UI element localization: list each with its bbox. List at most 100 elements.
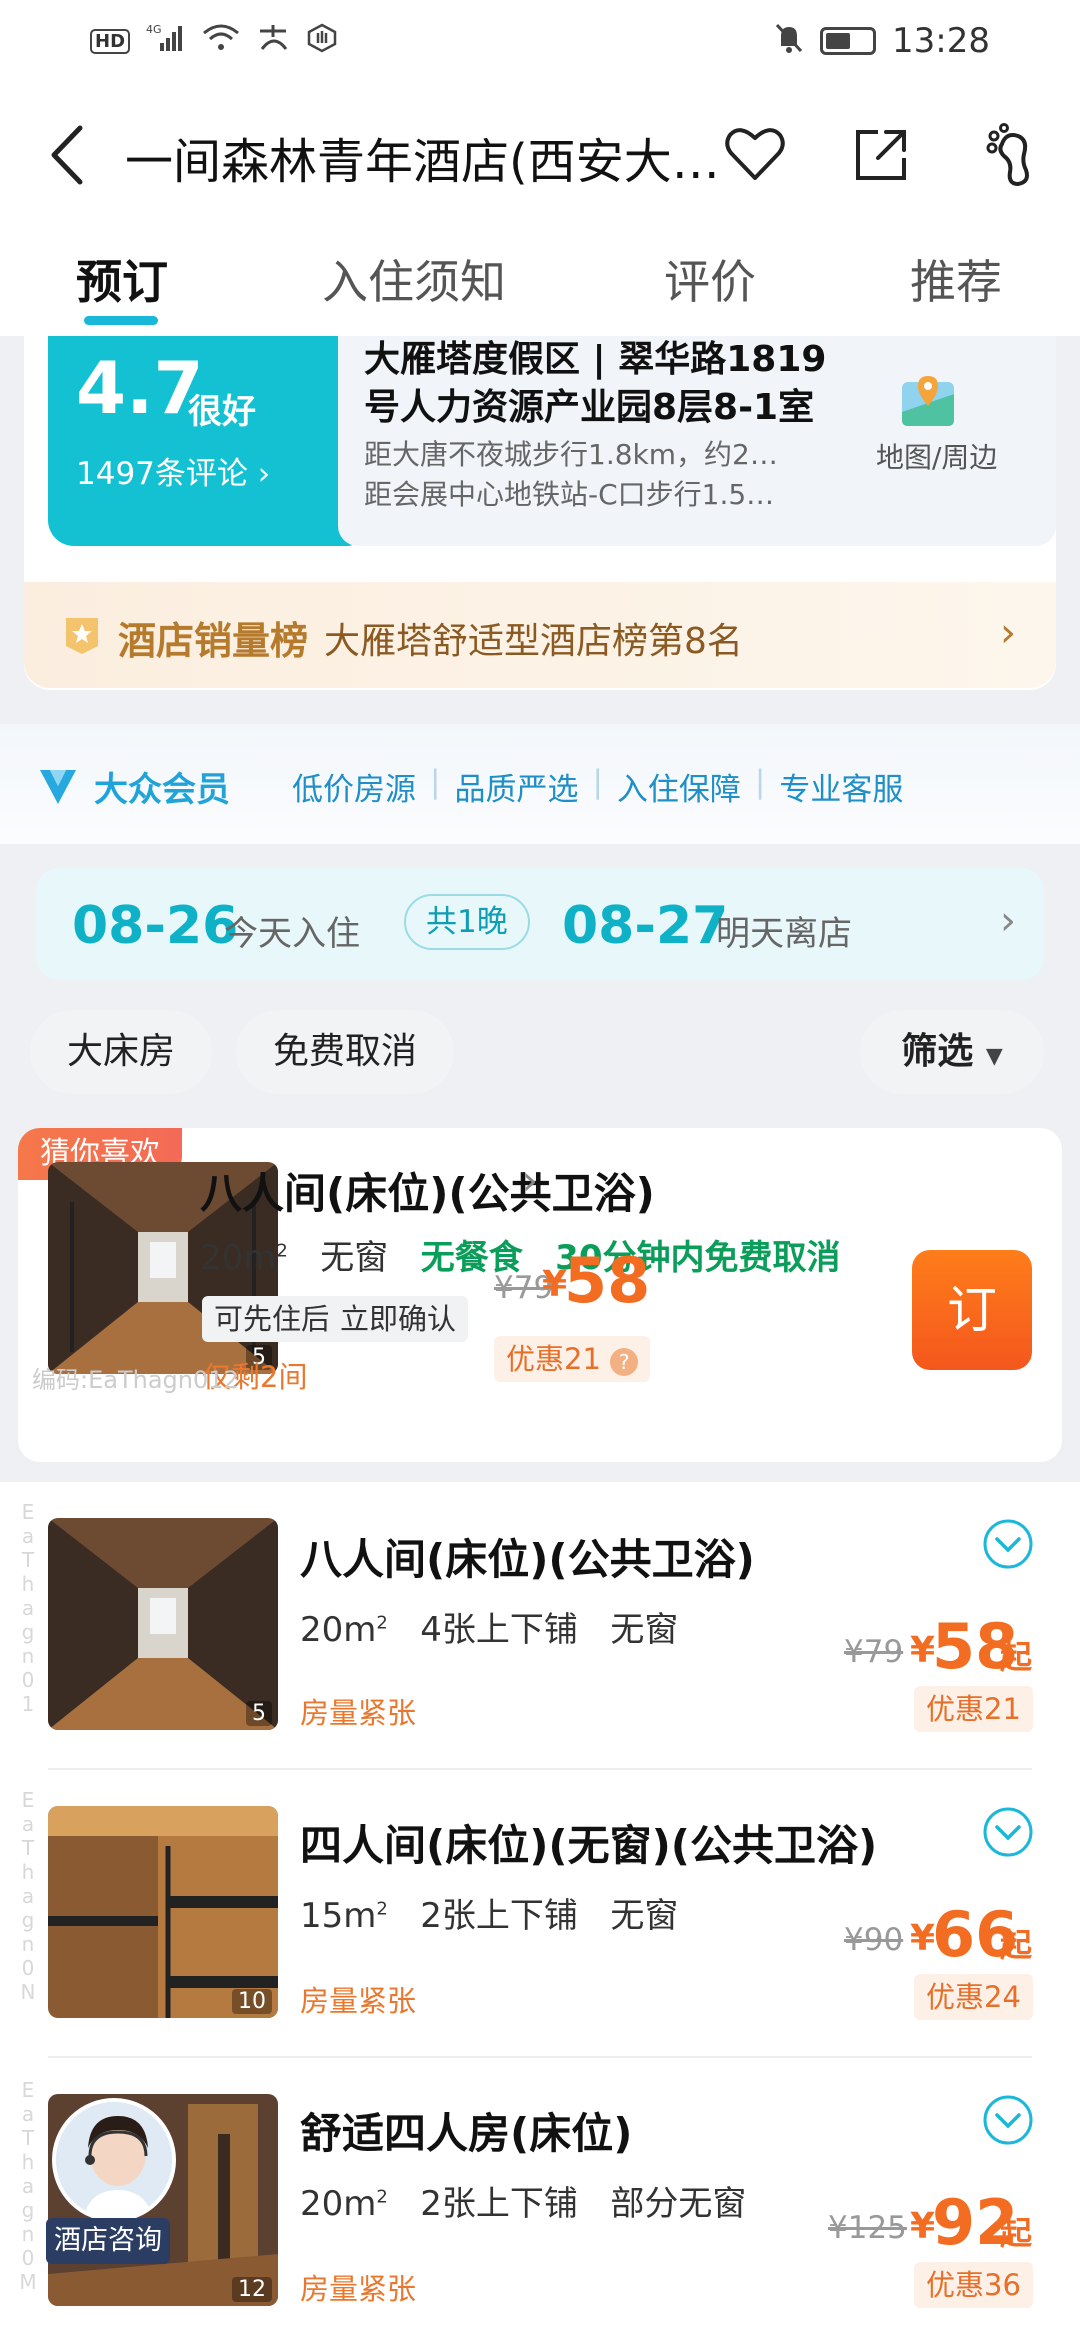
member-title: 大众会员 xyxy=(94,770,230,810)
room-window: 无窗 xyxy=(610,1610,679,1650)
nights-badge: 共1晚 xyxy=(404,894,530,950)
featured-room-card[interactable]: 猜你喜欢 5 八人间(床位)(公共卫浴) › 20m2 无窗 无餐食 30分钟内… xyxy=(18,1128,1062,1462)
room-beds: 2张上下铺 xyxy=(420,2184,578,2224)
filter-button-label: 筛选 xyxy=(901,1031,974,1072)
battery-icon xyxy=(820,27,877,55)
checkin-label: 今天入住 xyxy=(224,914,360,954)
back-button[interactable] xyxy=(40,122,100,188)
hotel-title: 一间森林青年酒店(西安大… xyxy=(125,134,720,190)
price-from-suffix: 起 xyxy=(1000,1638,1033,1676)
chevron-down-circle-icon[interactable] xyxy=(982,1806,1034,1858)
wifi-icon xyxy=(202,23,240,60)
photo-count: 12 xyxy=(232,2277,272,2302)
room-window: 无窗 xyxy=(320,1238,389,1278)
filter-button[interactable]: 筛选 ▼ xyxy=(860,1010,1044,1094)
filter-free-cancel[interactable]: 免费取消 xyxy=(236,1010,454,1094)
review-count-link[interactable]: 1497条评论 › xyxy=(76,448,270,493)
sales-ranking-bar[interactable]: 酒店销量榜 大雁塔舒适型酒店榜第8名 › xyxy=(24,582,1056,688)
heart-icon xyxy=(725,128,785,180)
title-bar: 一间森林青年酒店(西安大… xyxy=(0,100,1080,210)
date-selector[interactable]: 08-26 今天入住 共1晚 08-27 明天离店 › xyxy=(36,868,1044,980)
member-shield-icon xyxy=(40,770,76,804)
room-name[interactable]: 四人间(床位)(无窗)(公共卫浴) xyxy=(300,1812,877,1873)
status-bar: HD 4G 13:28 xyxy=(0,0,1080,82)
room-beds: 2张上下铺 xyxy=(420,1896,578,1936)
room-specs: 15m2 2张上下铺 无窗 xyxy=(300,1888,678,1937)
room-availability: 房量紧张 xyxy=(300,1984,417,2018)
discount-badge: 优惠24 xyxy=(914,1974,1033,2020)
chevron-down-circle-icon[interactable] xyxy=(982,2094,1034,2146)
tab-booking[interactable]: 预订 xyxy=(76,246,168,312)
room-availability: 房量紧张 xyxy=(300,1696,417,1730)
room-area: 20m xyxy=(300,2184,377,2224)
share-button[interactable] xyxy=(848,122,914,188)
photo-count: 10 xyxy=(232,1989,272,2014)
hotel-consult-button[interactable]: 酒店咨询 xyxy=(46,2098,178,2268)
instant-confirm-tag: 立即确认 xyxy=(328,1296,469,1342)
footprint-icon xyxy=(986,123,1029,187)
tab-checkin-notice[interactable]: 入住须知 xyxy=(322,246,506,312)
tab-reviews[interactable]: 评价 xyxy=(664,246,756,312)
chevron-right-icon: › xyxy=(1000,898,1016,944)
room-specs: 20m2 4张上下铺 无窗 xyxy=(300,1602,678,1651)
room-name[interactable]: 八人间(床位)(公共卫浴) xyxy=(200,1160,655,1221)
room-photo[interactable]: 5 xyxy=(48,1518,278,1730)
ranking-text: 大雁塔舒适型酒店榜第8名 xyxy=(324,621,743,662)
consult-label: 酒店咨询 xyxy=(46,2218,170,2264)
rating-box[interactable]: 4.7 很好 1497条评论 › xyxy=(48,336,358,546)
footprint-button[interactable] xyxy=(982,122,1048,188)
alipay-icon xyxy=(256,23,290,60)
separator: | xyxy=(754,764,766,800)
room-window: 部分无窗 xyxy=(610,2184,747,2224)
caret-down-icon: ▼ xyxy=(985,1044,1003,1069)
chevron-right-icon: › xyxy=(522,1158,538,1204)
area-unit-superscript: 2 xyxy=(376,2186,388,2208)
agent-avatar-image xyxy=(56,2102,172,2218)
original-price: ¥79 xyxy=(844,1634,904,1670)
room-beds: 4张上下铺 xyxy=(420,1610,578,1650)
room-photo-image xyxy=(48,1806,278,2018)
clock: 13:28 xyxy=(892,21,990,61)
chevron-left-icon xyxy=(51,125,83,185)
signal-icon: 4G xyxy=(146,23,186,60)
tab-recommend[interactable]: 推荐 xyxy=(910,246,1002,312)
room-specs: 20m2 2张上下铺 部分无窗 xyxy=(300,2176,746,2225)
status-right: 13:28 xyxy=(774,21,990,61)
room-area: 20m xyxy=(200,1238,277,1278)
map-pin-icon xyxy=(902,376,954,426)
photo-count: 5 xyxy=(246,1701,272,1726)
map-nearby-link[interactable]: 地图/周边 xyxy=(876,436,997,476)
room-photo-image xyxy=(48,1518,278,1730)
address-box[interactable]: 大雁塔度假区 | 翠华路1819号人力资源产业园8层8-1室 距大唐不夜城步行1… xyxy=(338,336,1056,546)
area-unit-superscript: 2 xyxy=(376,1612,388,1634)
mute-bell-icon xyxy=(774,22,804,61)
ranking-title: 酒店销量榜 xyxy=(118,619,309,663)
member-benefits: 低价房源 | 品质严选 | 入住保障 | 专业客服 xyxy=(292,764,917,809)
member-benefit: 专业客服 xyxy=(779,772,904,808)
checkout-date: 08-27 xyxy=(562,896,729,956)
room-name[interactable]: 八人间(床位)(公共卫浴) xyxy=(300,1526,755,1587)
filter-row: 大床房 免费取消 筛选 ▼ xyxy=(0,1010,1080,1096)
price-from-suffix: 起 xyxy=(1000,2214,1033,2252)
area-unit-superscript: 2 xyxy=(376,1898,388,1920)
book-button[interactable]: 订 xyxy=(912,1250,1032,1370)
discount-badge: 优惠21 xyxy=(914,1686,1033,1732)
checkout-label: 明天离店 xyxy=(716,914,852,954)
separator: | xyxy=(430,764,441,800)
agent-avatar xyxy=(52,2098,176,2222)
room-availability: 房量紧张 xyxy=(300,2272,417,2306)
filter-king-bed[interactable]: 大床房 xyxy=(30,1010,212,1094)
discount-text: 优惠21 xyxy=(506,1342,601,1376)
member-benefits-row[interactable]: 大众会员 低价房源 | 品质严选 | 入住保障 | 专业客服 xyxy=(0,724,1080,844)
favorite-button[interactable] xyxy=(722,122,788,188)
watermark: EaThagn0N xyxy=(20,1788,36,2004)
discount-badge: 优惠36 xyxy=(914,2262,1033,2308)
distance-line-2: 距会展中心地铁站-C口步行1.5… xyxy=(364,478,775,511)
room-photo[interactable]: 10 xyxy=(48,1806,278,2018)
room-area: 15m xyxy=(300,1896,377,1936)
original-price: ¥90 xyxy=(844,1922,904,1958)
checkin-date: 08-26 xyxy=(72,896,239,956)
chevron-down-circle-icon[interactable] xyxy=(982,1518,1034,1570)
room-name[interactable]: 舒适四人房(床位) xyxy=(300,2100,632,2161)
watermark: EaThagn01 xyxy=(21,1500,35,1716)
